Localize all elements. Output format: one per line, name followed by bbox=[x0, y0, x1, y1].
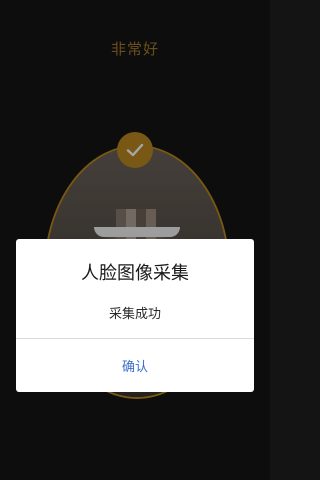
dialog-message: 采集成功 bbox=[108, 307, 161, 322]
dialog-title: 人脸图像采集 bbox=[81, 263, 189, 284]
capture-result-dialog: 人脸图像采集 采集成功 确认 bbox=[16, 239, 254, 392]
face-capture-screen: 非常好 人脸图像采集 采集成功 确认 bbox=[0, 0, 270, 480]
confirm-button[interactable]: 确认 bbox=[16, 339, 254, 392]
